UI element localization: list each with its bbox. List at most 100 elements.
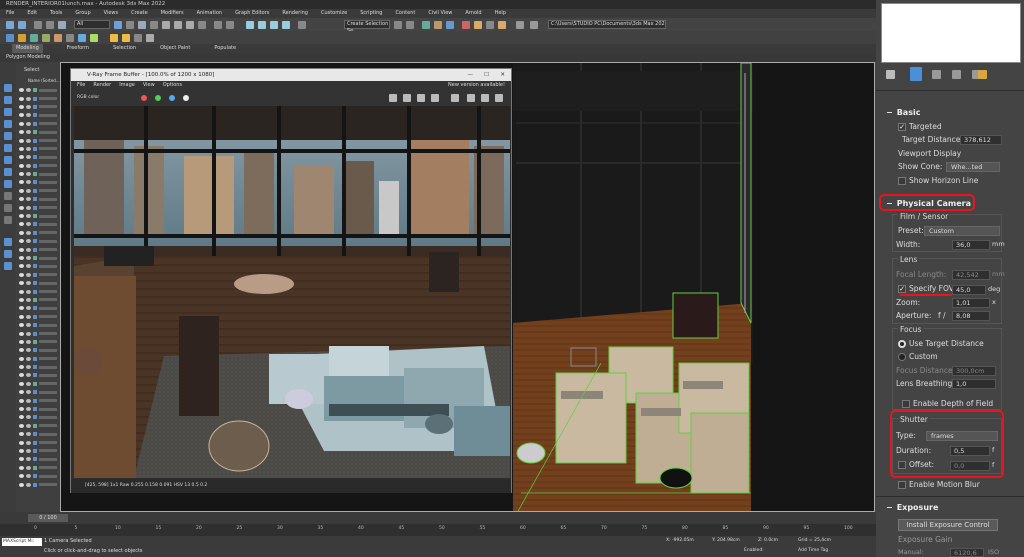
reference-coordinate-icon[interactable] [214,21,222,29]
freeze-icon[interactable] [26,348,31,353]
visibility-icon[interactable] [19,440,24,445]
vray-frame-buffer-window[interactable]: V-Ray Frame Buffer - [100.0% of 1200 x 1… [70,68,512,493]
scene-list-item[interactable] [16,329,60,337]
stop-render-icon[interactable] [481,94,489,102]
visibility-icon[interactable] [19,297,24,302]
visibility-icon[interactable] [19,264,24,269]
utilities-tab-icon[interactable] [978,70,987,79]
scene-list-item[interactable] [16,313,60,321]
visibility-icon[interactable] [19,289,24,294]
name-column-header[interactable]: Name (Sorted... [16,78,60,86]
scene-list-item[interactable] [16,153,60,161]
visibility-icon[interactable] [19,407,24,412]
scene-list-item[interactable] [16,162,60,170]
scene-list-item[interactable] [16,464,60,472]
vray-ies-icon[interactable] [122,34,130,42]
tab-selection[interactable]: Selection [113,44,136,53]
motion-tab-icon[interactable] [952,70,961,79]
freeze-icon[interactable] [26,289,31,294]
freeze-icon[interactable] [26,432,31,437]
vfb-menu-render[interactable]: Render [93,81,111,90]
visibility-icon[interactable] [19,423,24,428]
new-version-notice[interactable]: New version available! [448,81,505,90]
freeze-icon[interactable] [26,390,31,395]
tab-populate[interactable]: Populate [214,44,236,53]
visibility-icon[interactable] [19,96,24,101]
freeze-icon[interactable] [26,146,31,151]
vray-mesh-icon[interactable] [78,34,86,42]
freeze-icon[interactable] [26,247,31,252]
manual-iso-spinner[interactable]: 6120,6 [950,548,984,557]
menu-tools[interactable]: Tools [50,9,62,18]
spinner-snap-icon[interactable] [282,21,290,29]
vray-toolbar-icon[interactable] [516,21,524,29]
install-exposure-control-button[interactable]: Install Exposure Control [898,519,998,531]
freeze-icon[interactable] [26,423,31,428]
vray-light-icon[interactable] [110,34,118,42]
freeze-icon[interactable] [26,457,31,462]
visibility-icon[interactable] [19,331,24,336]
visibility-icon[interactable] [19,339,24,344]
percent-snap-icon[interactable] [270,21,278,29]
visibility-icon[interactable] [19,130,24,135]
visibility-icon[interactable] [19,138,24,143]
scene-list-item[interactable] [16,94,60,102]
scene-list-item[interactable] [16,170,60,178]
lens-breathing-spinner[interactable]: 1,0 [952,379,996,389]
scene-list-item[interactable] [16,212,60,220]
freeze-icon[interactable] [26,365,31,370]
layer-explorer-icon[interactable] [4,262,12,270]
scene-list-item[interactable] [16,271,60,279]
channel-dropdown[interactable]: RGB color [77,95,99,100]
y-coordinate[interactable]: Y: 204.98cm [712,538,740,543]
freeze-icon[interactable] [26,398,31,403]
scene-list-item[interactable] [16,237,60,245]
visibility-icon[interactable] [19,314,24,319]
display-spacewarps-icon[interactable] [4,144,12,152]
freeze-icon[interactable] [26,264,31,269]
named-selection-dropdown[interactable]: Create Selection Se [344,20,390,34]
scene-list-item[interactable] [16,438,60,446]
fov-spinner[interactable]: 45,0 [952,285,986,295]
scene-list-item[interactable] [16,279,60,287]
tab-modeling[interactable]: Modeling [12,44,43,53]
hierarchy-tab-icon[interactable] [932,70,941,79]
menu-animation[interactable]: Animation [197,9,223,18]
visibility-icon[interactable] [19,230,24,235]
vfb-menu-view[interactable]: View [143,81,155,90]
snaps-toggle-icon[interactable] [246,21,254,29]
focus-distance-spinner[interactable]: 300,0cm [952,366,996,376]
freeze-icon[interactable] [26,339,31,344]
visibility-icon[interactable] [19,121,24,126]
basic-rollout-header[interactable]: − Basic [886,108,920,117]
display-helpers-icon[interactable] [4,132,12,140]
visibility-icon[interactable] [19,323,24,328]
blue-channel-icon[interactable] [169,95,175,101]
visibility-icon[interactable] [19,415,24,420]
width-spinner[interactable]: 36,0 [952,240,990,250]
save-image-icon[interactable] [389,94,397,102]
scene-list-item[interactable] [16,405,60,413]
freeze-icon[interactable] [26,163,31,168]
scene-list-item[interactable] [16,346,60,354]
scene-list-item[interactable] [16,422,60,430]
visibility-icon[interactable] [19,465,24,470]
scene-list-item[interactable] [16,111,60,119]
freeze-icon[interactable] [26,172,31,177]
freeze-icon[interactable] [26,448,31,453]
display-none-icon[interactable] [4,204,12,212]
sort-icon[interactable] [4,238,12,246]
scene-list-item[interactable] [16,128,60,136]
display-cameras-icon[interactable] [4,120,12,128]
vray-plane-icon[interactable] [66,34,74,42]
tab-object-paint[interactable]: Object Paint [160,44,190,53]
scene-list-item[interactable] [16,229,60,237]
freeze-icon[interactable] [26,331,31,336]
aperture-spinner[interactable]: 8,08 [952,311,990,321]
scene-list-item[interactable] [16,363,60,371]
rectangular-selection-icon[interactable] [138,21,146,29]
visibility-icon[interactable] [19,256,24,260]
vfb-menu-options[interactable]: Options [163,81,182,90]
menu-modifiers[interactable]: Modifiers [161,9,184,18]
scene-list-item[interactable] [16,195,60,203]
